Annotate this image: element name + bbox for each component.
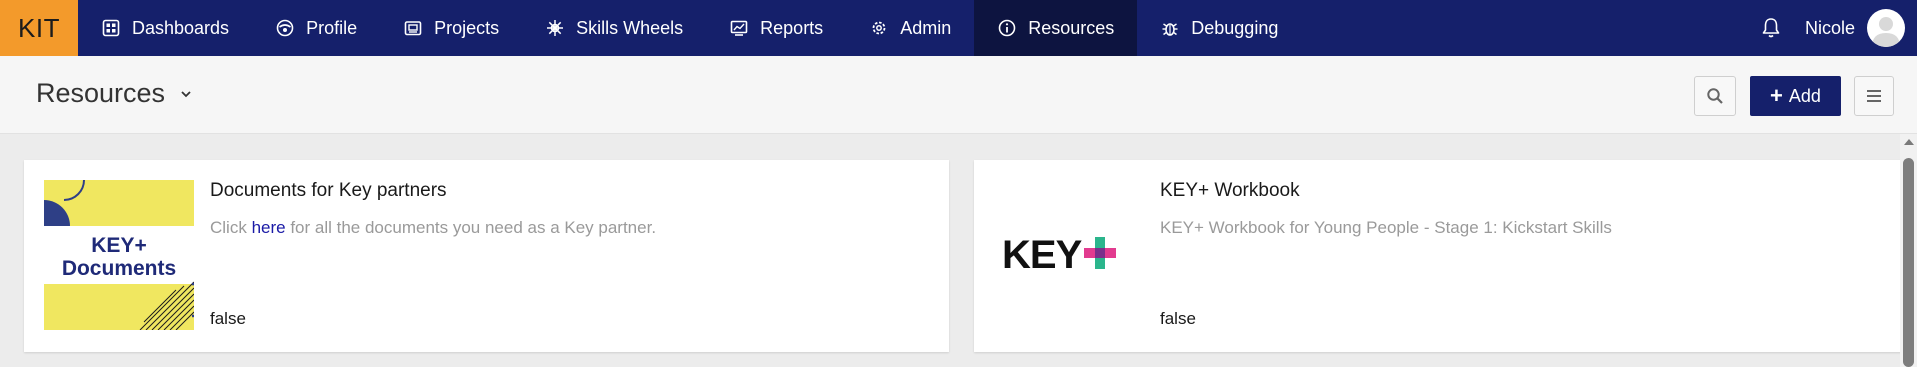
plus-icon: + (1770, 83, 1783, 108)
nav-item-projects[interactable]: Projects (380, 0, 522, 56)
projects-icon (403, 18, 423, 38)
menu-button[interactable] (1854, 76, 1894, 116)
resource-title[interactable]: Documents for Key partners (210, 180, 447, 202)
nav-label: Dashboards (132, 17, 230, 38)
chevron-down-icon (179, 87, 193, 101)
profile-icon (275, 18, 295, 38)
desc-before: Click (210, 218, 252, 237)
nav-label: Resources (1028, 17, 1115, 38)
resource-flag: false (210, 309, 246, 328)
resource-title[interactable]: KEY+ Workbook (1160, 180, 1300, 202)
hamburger-icon (1867, 90, 1881, 102)
add-button[interactable]: + Add (1750, 76, 1841, 116)
reports-icon (729, 18, 749, 38)
nav-item-admin[interactable]: Admin (846, 0, 974, 56)
resource-card[interactable]: KEY+ Documents Documents for Key partner… (24, 160, 949, 352)
nav-user-area: Nicole (1759, 0, 1917, 56)
search-icon (1707, 88, 1723, 104)
thumb-text-2: Documents (62, 257, 176, 280)
scrollbar[interactable] (1900, 134, 1917, 367)
nav-item-dashboards[interactable]: Dashboards (78, 0, 252, 56)
nav-label: Admin (900, 17, 952, 38)
resource-thumbnail: KEY (994, 180, 1144, 330)
nav-item-skills-wheels[interactable]: Skills Wheels (522, 0, 706, 56)
gear-icon (869, 18, 889, 38)
page-title-dropdown[interactable]: Resources (36, 78, 193, 109)
nav-label: Profile (306, 17, 358, 38)
add-button-label: Add (1788, 85, 1821, 106)
nav-label: Reports (760, 17, 824, 38)
resource-flag: false (1160, 309, 1196, 328)
bell-icon[interactable] (1759, 16, 1783, 40)
thumb-text-1: KEY+ (91, 234, 146, 257)
nav-label: Skills Wheels (576, 17, 684, 38)
user-avatar-icon (1872, 17, 1900, 47)
resource-description: Click here for all the documents you nee… (210, 218, 656, 238)
here-link[interactable]: here (252, 218, 286, 237)
user-name[interactable]: Nicole (1805, 18, 1855, 39)
scroll-up-arrow-icon[interactable] (1904, 139, 1914, 145)
dashboard-icon (101, 18, 121, 38)
desc-after: for all the documents you need as a Key … (285, 218, 657, 237)
page-header: Resources + Add (0, 56, 1917, 134)
nav-item-profile[interactable]: Profile (252, 0, 380, 56)
brand-logo[interactable]: KIT (0, 0, 78, 56)
nav-label: Projects (434, 17, 500, 38)
info-icon (997, 18, 1017, 38)
page-title: Resources (36, 78, 166, 108)
bug-icon (1160, 18, 1180, 38)
nav-items: Dashboards Profile Projects Skills Wheel… (78, 0, 1301, 56)
nav-item-debugging[interactable]: Debugging (1137, 0, 1301, 56)
logo-text: KEY (1002, 233, 1083, 277)
resource-thumbnail: KEY+ Documents (44, 180, 194, 330)
nav-item-resources[interactable]: Resources (974, 0, 1138, 56)
avatar[interactable] (1867, 9, 1905, 47)
scrollbar-thumb[interactable] (1903, 158, 1914, 367)
search-button[interactable] (1694, 76, 1736, 116)
resource-description: KEY+ Workbook for Young People - Stage 1… (1160, 218, 1612, 237)
nav-item-reports[interactable]: Reports (706, 0, 846, 56)
wheel-icon (545, 18, 565, 38)
resource-card[interactable]: KEY KEY+ Workbook KEY+ Workbook for Youn… (974, 160, 1902, 352)
top-navbar: KIT Dashboards Profile Projects Skills W… (0, 0, 1917, 56)
nav-label: Debugging (1191, 17, 1279, 38)
